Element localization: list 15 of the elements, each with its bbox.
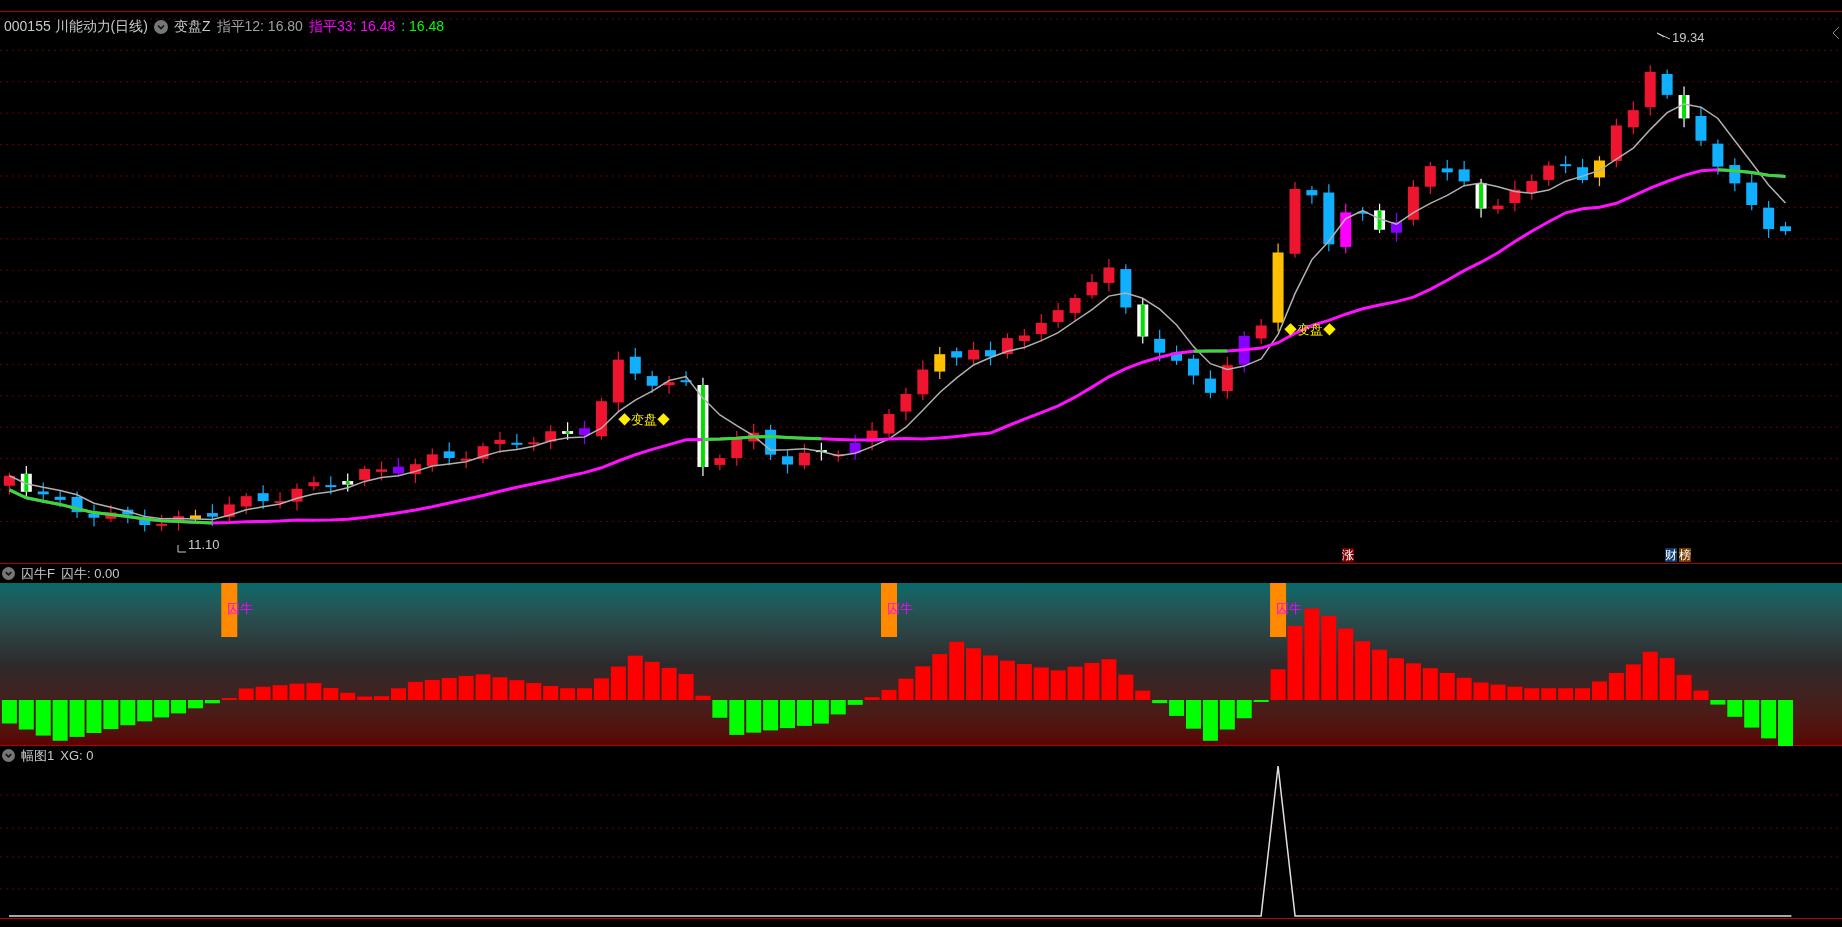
- badge: 涨: [1342, 548, 1354, 562]
- panel-title: 幅图1: [21, 746, 55, 765]
- ma33-reading: 指平33: 16.48: [308, 17, 396, 36]
- panel-title: 囚牛F: [21, 564, 55, 583]
- panel-reading: XG: 0: [60, 746, 94, 765]
- badge: 榜: [1679, 548, 1691, 562]
- indicator-name: 变盘Z: [173, 17, 211, 36]
- panel-reading: 囚牛: 0.00: [60, 564, 120, 583]
- low-price-label: 11.10: [188, 536, 220, 554]
- ma12-reading: 指平12: 16.80: [216, 17, 303, 36]
- high-price-label: 19.34: [1672, 29, 1705, 47]
- badge: 财: [1665, 548, 1677, 562]
- ma33-value: : 16.48: [401, 17, 445, 36]
- stock-title: 000155 川能动力(日线): [4, 17, 148, 36]
- signal-label: ◆变盘◆: [618, 411, 670, 429]
